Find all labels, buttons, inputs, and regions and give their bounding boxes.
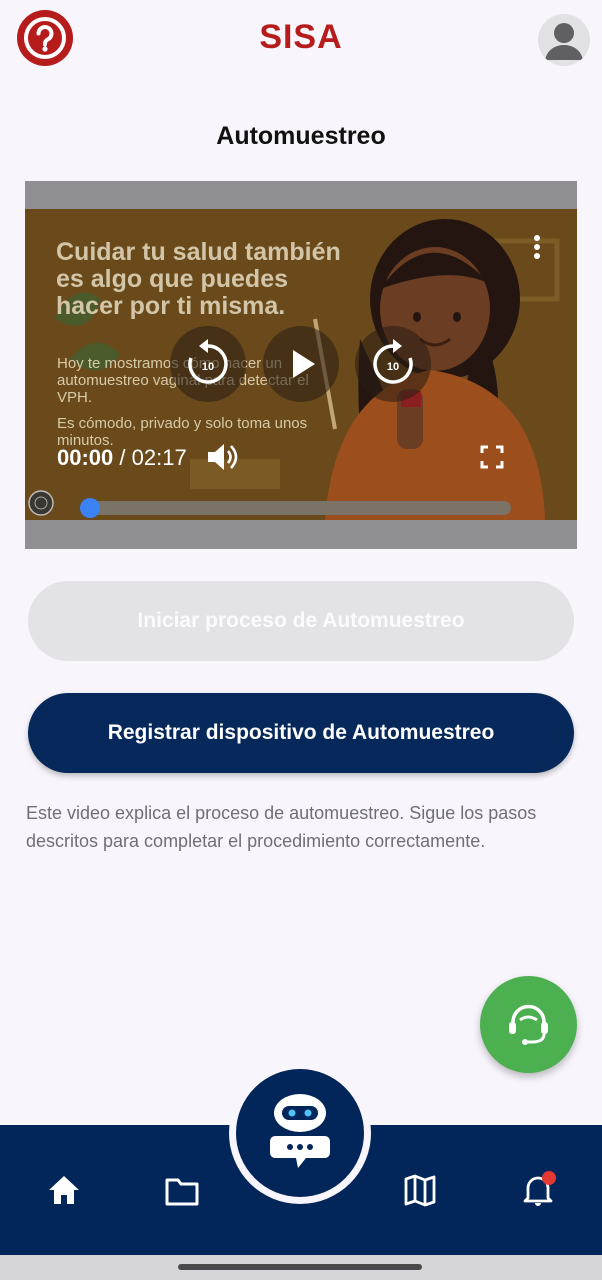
video-progress-thumb[interactable] bbox=[80, 498, 100, 518]
video-progress-bar[interactable] bbox=[87, 501, 511, 515]
rewind-seconds: 10 bbox=[202, 361, 214, 373]
more-vertical-icon[interactable] bbox=[529, 233, 545, 265]
video-player[interactable]: Cuidar tu salud también es algo que pued… bbox=[25, 181, 577, 549]
folder-icon[interactable] bbox=[162, 1170, 202, 1210]
rewind-button[interactable]: 10 bbox=[170, 326, 246, 402]
video-frame[interactable]: Cuidar tu salud también es algo que pued… bbox=[25, 209, 577, 520]
forward-seconds: 10 bbox=[387, 361, 399, 373]
video-description: Este video explica el proceso de automue… bbox=[26, 803, 537, 851]
video-subtitle-2: Es cómodo, privado y solo toma unos minu… bbox=[57, 415, 308, 449]
video-headline: Cuidar tu salud también es algo que pued… bbox=[56, 238, 341, 320]
duration: 02:17 bbox=[131, 445, 187, 470]
register-device-button[interactable]: Registrar dispositivo de Automuestreo bbox=[28, 693, 574, 773]
forward-button[interactable]: 10 bbox=[355, 326, 431, 402]
page-title: Automuestreo bbox=[216, 122, 386, 150]
fullscreen-icon[interactable] bbox=[480, 445, 504, 469]
chatbot-icon bbox=[270, 1094, 330, 1168]
replay-10-icon: 10 bbox=[188, 339, 228, 384]
app-brand: SISA bbox=[259, 18, 343, 56]
volume-icon[interactable] bbox=[205, 441, 239, 473]
forward-10-icon: 10 bbox=[373, 339, 413, 384]
play-icon bbox=[293, 350, 315, 378]
support-button[interactable] bbox=[480, 976, 577, 1073]
map-icon[interactable] bbox=[400, 1170, 440, 1210]
user-avatar-icon bbox=[545, 23, 583, 60]
notification-dot bbox=[542, 1171, 556, 1185]
profile-button[interactable] bbox=[538, 14, 590, 66]
start-automuestreo-button[interactable]: Iniciar proceso de Automuestreo bbox=[28, 581, 574, 661]
gesture-handle[interactable] bbox=[178, 1264, 422, 1270]
time-separator: / bbox=[113, 445, 132, 470]
bell-icon[interactable] bbox=[518, 1170, 558, 1210]
home-icon[interactable] bbox=[44, 1170, 84, 1210]
current-time: 00:00 bbox=[57, 445, 114, 470]
institution-seal-icon bbox=[28, 490, 54, 516]
chatbot-button[interactable] bbox=[236, 1069, 364, 1197]
play-button[interactable] bbox=[263, 326, 339, 402]
video-time: 00:00 / 02:17 bbox=[57, 445, 187, 471]
support-agent-icon bbox=[509, 1004, 548, 1045]
